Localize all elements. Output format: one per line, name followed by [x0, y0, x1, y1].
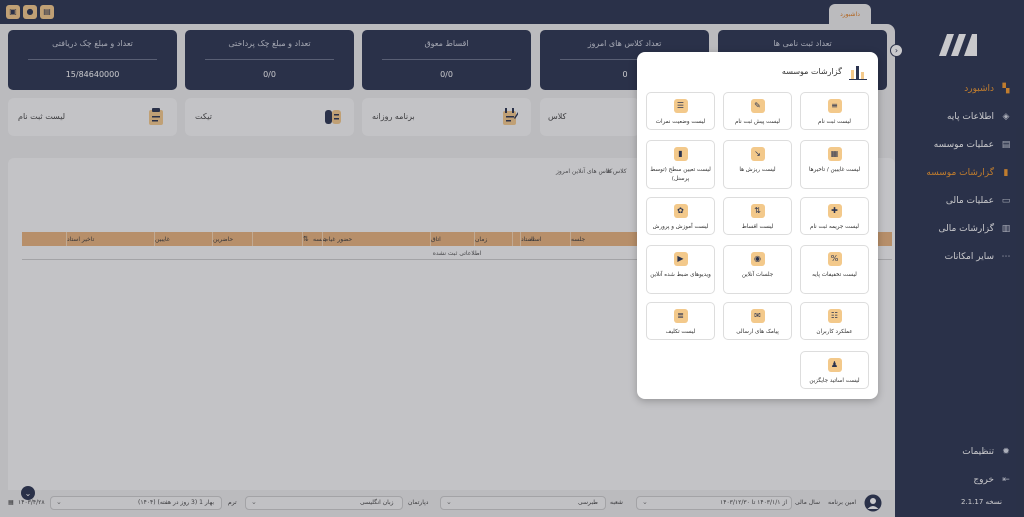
installments-icon: ⇅: [750, 204, 765, 218]
sms-icon: ✉: [750, 309, 765, 323]
report-card-label: لیست اساتید جایگزین: [809, 378, 860, 384]
online-session-icon: ◉: [750, 252, 765, 266]
report-card-video[interactable]: ▶ ویدیوهای ضبط شده آنلاین: [646, 245, 715, 294]
video-icon: ▶: [673, 252, 688, 266]
report-card-label: عملکرد کاربران: [816, 329, 853, 335]
report-card-label: ویدیوهای ضبط شده آنلاین: [650, 272, 711, 278]
report-card-document[interactable]: ≡ لیست ثبت نام: [800, 92, 869, 130]
report-card-education[interactable]: ✿ لیست آموزش و پرورش: [646, 197, 715, 235]
grades-icon: ☰: [673, 99, 688, 113]
report-card-label: لیست تکلیف: [665, 329, 696, 335]
report-card-user-performance[interactable]: ☷ عملکرد کاربران: [800, 302, 869, 340]
report-card-label: لیست ریزش ها: [739, 167, 776, 173]
report-card-installments[interactable]: ⇅ لیست اقساط: [723, 197, 792, 235]
bar-chart-icon: [849, 66, 867, 80]
report-card-label: جلسات آنلاین: [741, 272, 774, 278]
report-card-label: لیست تعیین سطح (توسط پرسنل): [650, 167, 711, 182]
report-card-label: لیست اقساط: [741, 224, 774, 230]
report-card-absent-list[interactable]: ▦ لیست غایبین / تاخیرها: [800, 140, 869, 189]
report-card-edit-document[interactable]: ✎ لیست پیش ثبت نام: [723, 92, 792, 130]
report-card-label: لیست ثبت نام: [818, 119, 851, 125]
report-card-discount[interactable]: % لیست تخفیفات پایه: [800, 245, 869, 294]
popup-title: گزارشات موسسه: [781, 67, 842, 76]
homework-icon: ≣: [673, 309, 688, 323]
user-performance-icon: ☷: [827, 309, 842, 323]
level-chart-icon: ▮: [673, 147, 688, 161]
report-card-label: لیست تخفیفات پایه: [812, 272, 857, 278]
report-card-label: لیست پیش ثبت نام: [734, 119, 781, 125]
report-card-online-session[interactable]: ◉ جلسات آنلاین: [723, 245, 792, 294]
report-card-homework[interactable]: ≣ لیست تکلیف: [646, 302, 715, 340]
document-icon: ≡: [827, 99, 842, 113]
report-card-sms[interactable]: ✉ پیامک های ارسالی: [723, 302, 792, 340]
education-icon: ✿: [673, 204, 688, 218]
report-card-level-chart[interactable]: ▮ لیست تعیین سطح (توسط پرسنل): [646, 140, 715, 189]
decline-chart-icon: ↘: [750, 147, 765, 161]
substitute-teacher-icon: ♟: [827, 358, 842, 372]
institute-reports-popup: گزارشات موسسه ≡ لیست ثبت نام ✎ لیست پیش ثبت…: [637, 52, 878, 399]
report-card-label: لیست وضعیت نمرات: [655, 119, 706, 125]
penalty-icon: ✚: [827, 204, 842, 218]
report-card-penalty[interactable]: ✚ لیست جریمه ثبت نام: [800, 197, 869, 235]
report-card-label: لیست آموزش و پرورش: [652, 224, 709, 230]
report-card-grades[interactable]: ☰ لیست وضعیت نمرات: [646, 92, 715, 130]
absent-list-icon: ▦: [827, 147, 842, 161]
edit-document-icon: ✎: [750, 99, 765, 113]
report-card-label: لیست جریمه ثبت نام: [809, 224, 859, 230]
report-card-label: پیامک های ارسالی: [736, 329, 779, 335]
report-card-decline-chart[interactable]: ↘ لیست ریزش ها: [723, 140, 792, 189]
report-card-substitute-teacher[interactable]: ♟ لیست اساتید جایگزین: [800, 351, 869, 389]
report-card-label: لیست غایبین / تاخیرها: [808, 167, 861, 173]
discount-icon: %: [827, 252, 842, 266]
